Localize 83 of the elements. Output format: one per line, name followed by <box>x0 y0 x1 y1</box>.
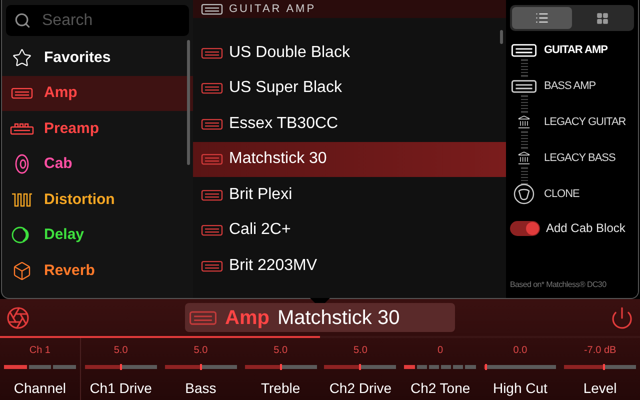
landmark-icon <box>517 115 531 129</box>
param-track[interactable] <box>244 365 317 369</box>
param-track[interactable] <box>164 365 237 369</box>
amp-icon <box>201 224 223 236</box>
param-label: Level <box>583 379 617 398</box>
category-label: Preamp <box>44 118 100 138</box>
aperture-icon[interactable] <box>6 306 30 330</box>
param-value: 5.0 <box>194 344 208 358</box>
amp-icon <box>201 118 223 130</box>
model-item[interactable]: US Double Black <box>193 35 506 70</box>
speaker-icon <box>15 154 29 174</box>
model-item[interactable]: Brit Plexi <box>193 177 506 212</box>
model-item[interactable]: Matchstick 30 <box>193 142 506 177</box>
model-item[interactable]: Brit 2203MV <box>193 248 506 284</box>
param-value: 0.0 <box>513 344 528 358</box>
amp-type-item[interactable]: BASS AMP <box>510 77 634 95</box>
param-value: 0 <box>438 344 444 358</box>
param-value: 5.0 <box>274 344 288 358</box>
star-icon <box>12 48 32 68</box>
category-item[interactable]: Cab <box>2 146 193 182</box>
amp-type-item[interactable]: LEGACY BASS <box>510 149 634 167</box>
amp-type-item[interactable]: LEGACY GUITAR <box>510 113 634 131</box>
model-item[interactable]: Cali 2C+ <box>193 212 506 248</box>
param-label: Ch2 Tone <box>410 379 470 398</box>
param-label: Channel <box>14 379 66 398</box>
amp-icon <box>201 46 223 59</box>
cab-toggle-switch[interactable] <box>510 220 540 236</box>
amp-icon <box>201 2 223 16</box>
category-label: Distortion <box>44 190 115 210</box>
param-track[interactable] <box>484 365 556 369</box>
category-label: Favorites <box>44 48 111 68</box>
block-title-button[interactable]: Amp Matchstick 30 <box>185 303 455 332</box>
amp-icon <box>201 153 223 166</box>
amp-icon <box>201 188 223 201</box>
param-value: Ch 1 <box>29 344 50 358</box>
amp-icon <box>201 260 223 272</box>
param-value: 5.0 <box>114 344 128 358</box>
based-on-text: Based on* Matchless® DC30 <box>510 279 608 291</box>
param-label: Ch2 Drive <box>329 379 392 398</box>
model-item[interactable]: US Super Black <box>193 70 506 106</box>
category-item[interactable]: Preamp <box>2 111 193 146</box>
category-item[interactable]: Distortion <box>2 182 193 218</box>
param-label: Treble <box>260 379 300 398</box>
category-item[interactable]: Amp <box>2 76 193 111</box>
preamp-icon <box>10 122 34 135</box>
cube-icon <box>12 260 32 281</box>
param-label: Ch1 Drive <box>90 379 152 398</box>
param-track[interactable] <box>4 365 76 369</box>
grid-icon <box>596 12 608 24</box>
category-label: Reverb <box>44 260 95 280</box>
amp-head-icon <box>511 42 537 58</box>
scrollbar[interactable] <box>500 30 503 44</box>
category-label: Amp <box>44 83 78 103</box>
power-icon[interactable] <box>610 306 634 330</box>
search-icon <box>14 12 31 29</box>
category-label: Delay <box>44 225 84 245</box>
search-field[interactable]: Search <box>6 5 189 36</box>
category-item[interactable]: Favorites <box>2 40 193 76</box>
amp-type-item[interactable]: CLONE <box>510 185 634 203</box>
param-track[interactable] <box>324 365 396 369</box>
list-icon <box>535 11 549 25</box>
toggle-label: Add Cab Block <box>546 220 626 237</box>
header-text: GUITAR AMP <box>229 2 316 17</box>
list-view-button[interactable] <box>512 7 572 29</box>
square-wave-icon <box>11 192 33 208</box>
category-label: Cab <box>44 154 72 174</box>
scrollbar[interactable] <box>187 40 190 165</box>
landmark-icon <box>517 151 531 165</box>
category-item[interactable]: Reverb <box>2 253 193 288</box>
param-value: -7.0 dB <box>584 344 616 358</box>
amp-icon <box>11 87 33 100</box>
amp-type-item[interactable]: GUITAR AMP <box>510 41 634 59</box>
amp-icon <box>201 82 223 94</box>
amp-icon <box>189 310 217 326</box>
param-label: Bass <box>185 379 216 398</box>
amp-head-icon <box>511 78 537 94</box>
param-label: High Cut <box>492 379 548 398</box>
category-item[interactable]: Delay <box>2 218 193 253</box>
param-track[interactable] <box>564 365 636 369</box>
param-track[interactable] <box>84 365 157 369</box>
param-track[interactable] <box>404 365 476 369</box>
param-value: 5.0 <box>353 344 368 358</box>
model-item[interactable]: Essex TB30CC <box>193 106 506 142</box>
